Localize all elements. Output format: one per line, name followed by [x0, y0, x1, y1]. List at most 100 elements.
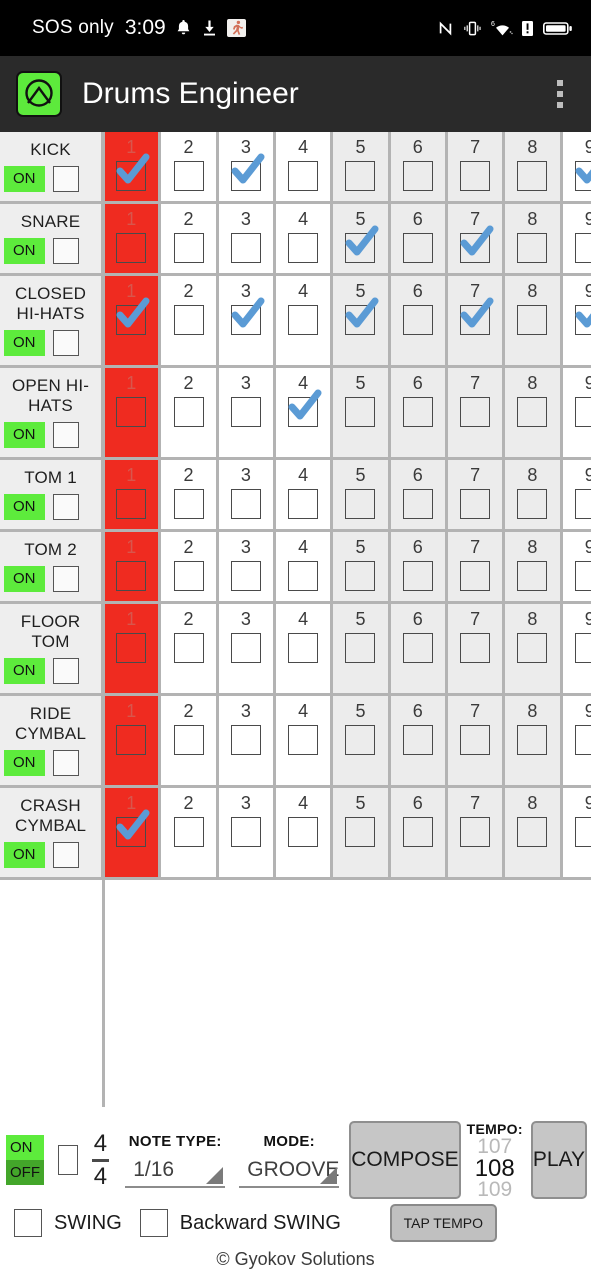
step-cell[interactable]: 1 [102, 786, 162, 880]
step-cell[interactable]: 7 [446, 366, 506, 460]
step-cell[interactable]: 2 [159, 366, 219, 460]
step-checkbox[interactable] [116, 561, 147, 591]
time-signature-denominator[interactable]: 4 [90, 1163, 112, 1188]
step-checkbox[interactable] [288, 305, 319, 335]
step-checkbox[interactable] [460, 489, 491, 519]
more-options-icon[interactable] [543, 71, 577, 117]
instrument-enable-button[interactable]: ON [4, 494, 45, 520]
step-cell[interactable]: 9 [561, 366, 591, 460]
step-checkbox[interactable] [173, 725, 204, 755]
step-cell[interactable]: 1 [102, 202, 162, 276]
step-cell[interactable]: 4 [274, 694, 334, 788]
step-checkbox[interactable] [460, 225, 494, 263]
step-checkbox[interactable] [230, 489, 261, 519]
step-cell[interactable]: 7 [446, 274, 506, 368]
step-checkbox[interactable] [345, 297, 379, 335]
step-cell[interactable]: 5 [331, 530, 391, 604]
step-cell[interactable]: 3 [217, 694, 277, 788]
step-cell[interactable]: 2 [159, 786, 219, 880]
step-cell[interactable]: 9 [561, 202, 591, 276]
step-cell[interactable]: 8 [503, 786, 563, 880]
step-cell[interactable]: 2 [159, 132, 219, 204]
step-checkbox[interactable] [517, 305, 548, 335]
step-checkbox[interactable] [574, 561, 591, 591]
step-cell[interactable]: 3 [217, 786, 277, 880]
step-checkbox[interactable] [460, 633, 491, 663]
metronome-checkbox[interactable] [58, 1145, 78, 1175]
step-cell[interactable]: 8 [503, 602, 563, 696]
step-checkbox[interactable] [574, 489, 591, 519]
step-checkbox[interactable] [402, 633, 433, 663]
step-cell[interactable]: 2 [159, 202, 219, 276]
step-cell[interactable]: 8 [503, 530, 563, 604]
note-type-spinner[interactable]: 1/16 [125, 1156, 226, 1188]
step-checkbox[interactable] [116, 633, 147, 663]
instrument-mute-checkbox[interactable] [52, 238, 79, 264]
step-checkbox[interactable] [288, 389, 322, 427]
step-cell[interactable]: 3 [217, 602, 277, 696]
step-checkbox[interactable] [402, 233, 433, 263]
instrument-mute-checkbox[interactable] [52, 842, 79, 868]
step-cell[interactable]: 8 [503, 694, 563, 788]
step-checkbox[interactable] [345, 561, 376, 591]
step-checkbox[interactable] [517, 233, 548, 263]
step-checkbox[interactable] [460, 561, 491, 591]
instrument-mute-checkbox[interactable] [52, 422, 79, 448]
step-checkbox[interactable] [230, 633, 261, 663]
step-checkbox[interactable] [402, 397, 433, 427]
step-checkbox[interactable] [402, 161, 433, 191]
step-cell[interactable]: 5 [331, 202, 391, 276]
instrument-enable-button[interactable]: ON [4, 750, 45, 776]
step-cell[interactable]: 4 [274, 366, 334, 460]
step-cell[interactable]: 7 [446, 458, 506, 532]
step-cell[interactable]: 3 [217, 530, 277, 604]
metronome-toggle[interactable]: ON OFF [6, 1135, 44, 1185]
swing-checkbox[interactable] [14, 1209, 42, 1237]
step-checkbox[interactable] [345, 161, 376, 191]
mode-spinner[interactable]: GROOVE [239, 1156, 339, 1188]
instrument-enable-button[interactable]: ON [4, 422, 45, 448]
step-checkbox[interactable] [116, 233, 147, 263]
step-checkbox[interactable] [574, 305, 591, 335]
step-checkbox[interactable] [460, 297, 494, 335]
step-cell[interactable]: 9 [561, 458, 591, 532]
step-cell[interactable]: 3 [217, 132, 277, 204]
step-checkbox[interactable] [345, 633, 376, 663]
step-cell[interactable]: 8 [503, 202, 563, 276]
step-checkbox[interactable] [402, 489, 433, 519]
step-cell[interactable]: 3 [217, 366, 277, 460]
step-checkbox[interactable] [345, 489, 376, 519]
step-checkbox[interactable] [460, 725, 491, 755]
step-checkbox[interactable] [574, 817, 591, 847]
step-checkbox[interactable] [517, 817, 548, 847]
step-checkbox[interactable] [230, 233, 261, 263]
step-cell[interactable]: 6 [389, 458, 448, 532]
instrument-enable-button[interactable]: ON [4, 166, 45, 192]
step-checkbox[interactable] [460, 817, 491, 847]
tempo-next-value[interactable]: 109 [467, 1179, 523, 1200]
step-checkbox[interactable] [230, 725, 261, 755]
instrument-enable-button[interactable]: ON [4, 238, 45, 264]
step-cell[interactable]: 3 [217, 202, 277, 276]
step-cell[interactable]: 6 [389, 530, 448, 604]
step-cell[interactable]: 7 [446, 202, 506, 276]
step-checkbox[interactable] [517, 397, 548, 427]
step-checkbox[interactable] [288, 817, 319, 847]
step-cell[interactable]: 5 [331, 694, 391, 788]
step-cell[interactable]: 7 [446, 786, 506, 880]
instrument-enable-button[interactable]: ON [4, 566, 45, 592]
step-cell[interactable]: 7 [446, 694, 506, 788]
step-cell[interactable]: 2 [159, 694, 219, 788]
step-cell[interactable]: 5 [331, 602, 391, 696]
step-cell[interactable]: 2 [159, 530, 219, 604]
step-cell[interactable]: 3 [217, 458, 277, 532]
step-checkbox[interactable] [173, 489, 204, 519]
metronome-off-label[interactable]: OFF [6, 1160, 44, 1185]
step-checkbox[interactable] [116, 725, 147, 755]
step-cell[interactable]: 6 [389, 602, 448, 696]
step-checkbox[interactable] [173, 233, 204, 263]
step-checkbox[interactable] [116, 809, 150, 847]
step-checkbox[interactable] [230, 561, 261, 591]
step-checkbox[interactable] [574, 633, 591, 663]
instrument-mute-checkbox[interactable] [52, 658, 79, 684]
